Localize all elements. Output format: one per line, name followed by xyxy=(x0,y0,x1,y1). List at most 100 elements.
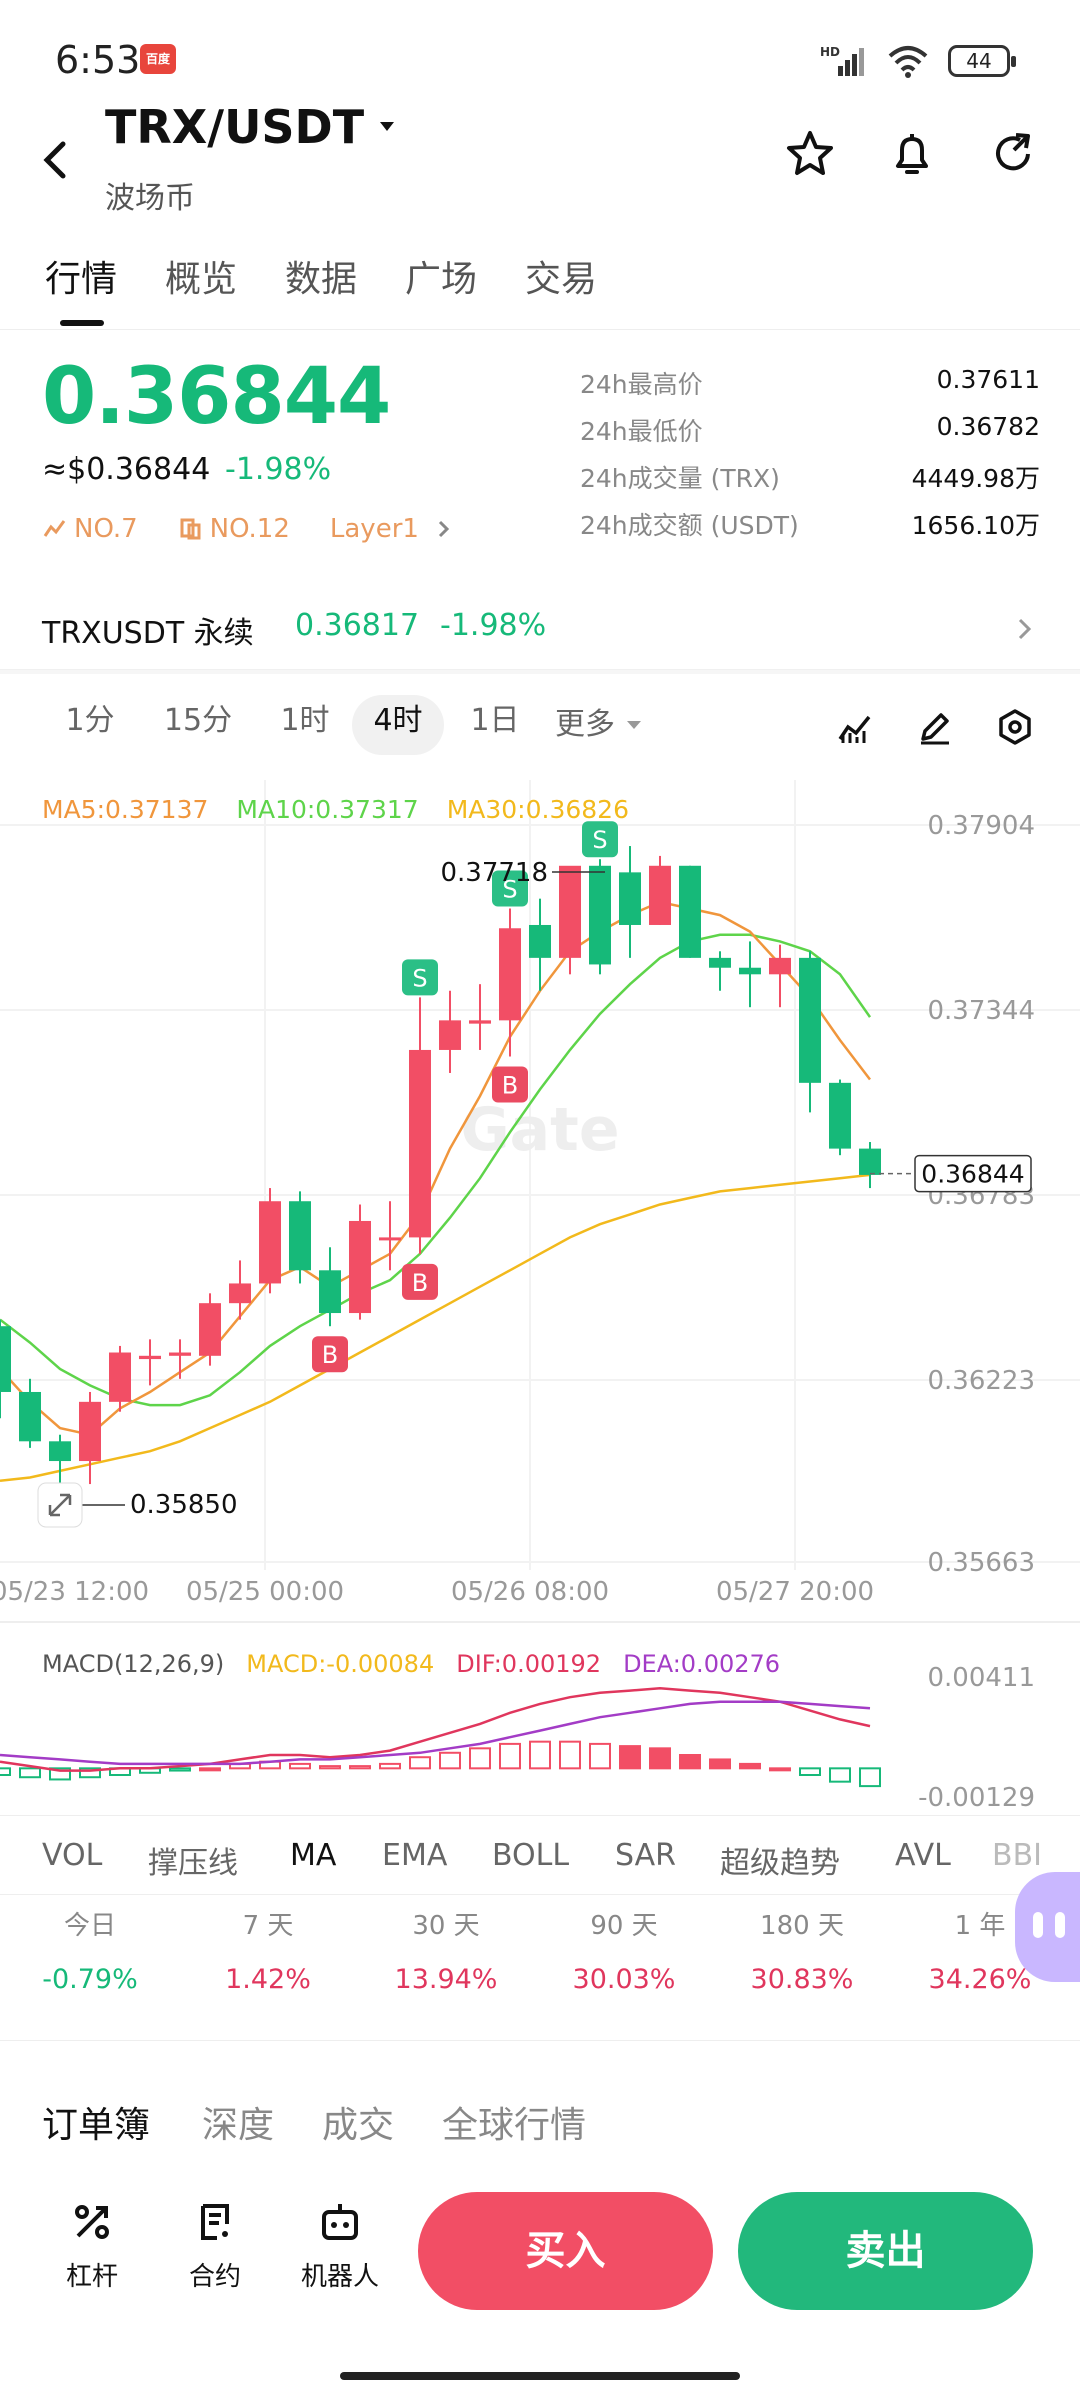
tab-data[interactable]: 数据 xyxy=(285,250,357,302)
candle xyxy=(649,865,671,925)
tab-market[interactable]: 行情 xyxy=(45,250,117,302)
caret-down-icon xyxy=(380,122,395,131)
coin-tags[interactable]: NO.7 NO.12 Layer1 xyxy=(42,514,457,544)
ind-boll[interactable]: BOLL xyxy=(492,1838,569,1873)
ind-support[interactable]: 撑压线 xyxy=(148,1838,238,1882)
ind-vol[interactable]: VOL xyxy=(42,1838,102,1873)
interval-1d[interactable]: 1日 xyxy=(455,695,535,755)
ma30-line xyxy=(0,1173,871,1483)
macd-bar xyxy=(169,1767,191,1772)
ind-sar[interactable]: SAR xyxy=(615,1838,676,1873)
stat-row: 24h成交量 (TRX) 4449.98万 xyxy=(580,459,1040,506)
candle xyxy=(709,957,731,968)
macd-title: MACD(12,26,9) xyxy=(42,1650,225,1678)
bell-icon[interactable] xyxy=(886,128,938,180)
signal-icon: HD xyxy=(820,45,864,76)
x-tick-label: 05/27 20:00 xyxy=(716,1577,874,1607)
marker-label: B xyxy=(502,1072,518,1100)
stat-row: 24h成交额 (USDT) 1656.10万 xyxy=(580,506,1040,553)
x-tick-label: 05/25 00:00 xyxy=(186,1577,344,1607)
back-button[interactable] xyxy=(35,130,85,190)
macd-legend: MACD(12,26,9) MACD:-0.00084 DIF:0.00192 … xyxy=(42,1650,780,1678)
perf-period: 7 天 xyxy=(242,1911,294,1941)
home-indicator[interactable] xyxy=(340,2372,740,2380)
sell-button[interactable]: 卖出 xyxy=(738,2192,1033,2310)
perf-value: -0.79% xyxy=(42,1964,138,1995)
draw-icon[interactable] xyxy=(915,707,955,747)
perf-item: 180 天 30.83% xyxy=(732,1905,872,1995)
high-price-label: 0.37718 xyxy=(440,858,548,888)
active-tab-indicator xyxy=(60,320,104,326)
macd-bar xyxy=(589,1742,611,1770)
macd-bar xyxy=(349,1765,371,1770)
x-tick-label: 05/23 12:00 xyxy=(0,1577,149,1607)
buy-button[interactable]: 买入 xyxy=(418,2192,713,2310)
settings-icon[interactable] xyxy=(995,707,1035,747)
macd-bar xyxy=(499,1742,521,1770)
perf-item: 今日 -0.79% xyxy=(20,1905,160,1995)
star-icon[interactable] xyxy=(784,128,836,180)
interval-1h[interactable]: 1时 xyxy=(265,695,345,755)
tab-overview[interactable]: 概览 xyxy=(165,250,237,302)
macd-value: MACD:-0.00084 xyxy=(246,1650,435,1678)
chevron-right-icon xyxy=(438,520,450,538)
ma5-value: MA5:0.37137 xyxy=(42,795,209,824)
candle xyxy=(559,865,581,958)
candle xyxy=(799,957,821,1083)
ind-avl[interactable]: AVL xyxy=(895,1838,951,1873)
macd-bar xyxy=(829,1767,851,1783)
tab-global[interactable]: 全球行情 xyxy=(442,2096,586,2148)
marker-label: S xyxy=(412,964,427,992)
ind-ema[interactable]: EMA xyxy=(382,1838,447,1873)
perf-period: 30 天 xyxy=(412,1911,480,1941)
assistant-float-button[interactable] xyxy=(1015,1872,1080,1982)
coin-name: 波场币 xyxy=(105,181,195,216)
candle xyxy=(199,1303,221,1356)
x-ticks: 05/23 12:00 05/25 00:00 05/26 08:00 05/27 2… xyxy=(0,1577,874,1607)
candle xyxy=(289,1201,311,1271)
indicator-icon[interactable] xyxy=(835,707,875,747)
stat-value: 0.36782 xyxy=(936,412,1040,441)
pair-selector[interactable]: TRX/USDT xyxy=(105,100,404,154)
performance-row: 今日 -0.79% 7 天 1.42% 30 天 13.94% 90 天 30.03% … xyxy=(0,1905,1080,2025)
tab-trade[interactable]: 交易 xyxy=(525,250,597,302)
macd-bar xyxy=(799,1767,821,1777)
perpetual-row[interactable]: TRXUSDT 永续 0.36817 -1.98% xyxy=(0,590,1080,670)
hd-label: HD xyxy=(820,45,840,59)
category-rank-label: NO.12 xyxy=(209,514,290,544)
annotations: 0.37718 0.35850 0.36844 xyxy=(37,858,1032,1528)
candle xyxy=(679,865,701,958)
ind-ma[interactable]: MA xyxy=(290,1838,336,1873)
y-tick-label: 0.35663 xyxy=(927,1548,1035,1578)
ind-bbi[interactable]: BBI xyxy=(992,1838,1042,1873)
robot-button[interactable]: 机器人 xyxy=(290,2200,390,2293)
perp-change: -1.98% xyxy=(440,608,547,643)
interval-more[interactable]: 更多 xyxy=(555,695,665,755)
interval-1m[interactable]: 1分 xyxy=(55,695,125,755)
candle xyxy=(139,1355,161,1360)
perf-period: 今日 xyxy=(63,1911,116,1941)
leverage-button[interactable]: 杠杆 xyxy=(42,2200,142,2293)
contract-button[interactable]: 合约 xyxy=(165,2200,265,2293)
interval-15m[interactable]: 15分 xyxy=(148,695,248,755)
macd-bar xyxy=(679,1754,701,1770)
ma30-path xyxy=(0,1173,871,1483)
perf-item: 90 天 30.03% xyxy=(554,1905,694,1995)
interval-4h[interactable]: 4时 xyxy=(352,695,444,755)
share-icon[interactable] xyxy=(988,128,1040,180)
24h-stats: 24h最高价 0.37611 24h最低价 0.36782 24h成交量 (TRX)… xyxy=(580,365,1040,553)
layer-label: Layer1 xyxy=(329,514,419,544)
stat-row: 24h最低价 0.36782 xyxy=(580,412,1040,459)
status-time: 6:53 xyxy=(55,38,141,82)
tab-depth[interactable]: 深度 xyxy=(202,2096,274,2148)
caret-down-icon xyxy=(627,721,641,729)
tab-square[interactable]: 广场 xyxy=(405,250,477,302)
candle xyxy=(19,1391,41,1442)
leverage-icon xyxy=(75,2205,109,2239)
ind-supertrend[interactable]: 超级趋势 xyxy=(720,1838,840,1882)
y-tick-label: 0.37904 xyxy=(927,811,1035,841)
tab-orderbook[interactable]: 订单簿 xyxy=(42,2096,150,2148)
tab-trades[interactable]: 成交 xyxy=(322,2096,394,2148)
orderbook-tabs: 订单簿 深度 成交 全球行情 xyxy=(0,2040,1080,2146)
more-label: 更多 xyxy=(555,707,615,742)
